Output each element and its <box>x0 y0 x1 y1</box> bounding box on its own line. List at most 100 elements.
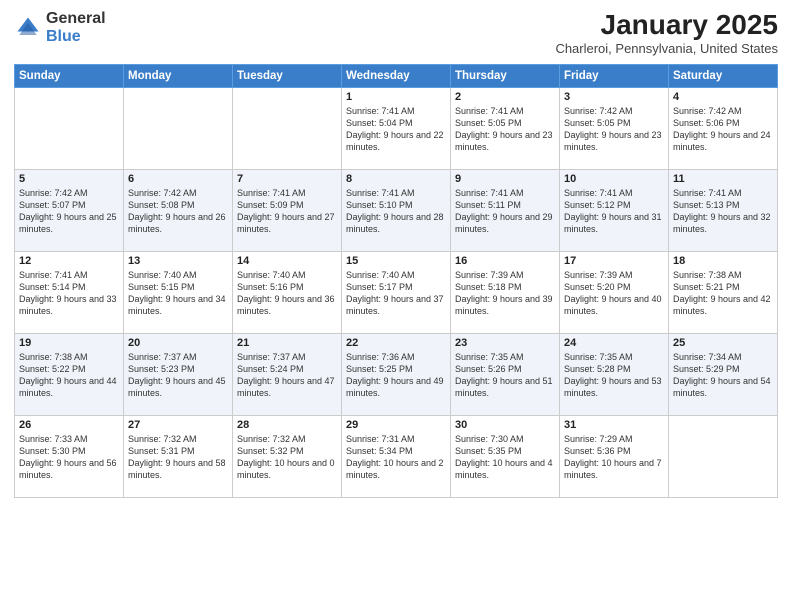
day-detail: Sunrise: 7:32 AM Sunset: 5:31 PM Dayligh… <box>128 433 228 482</box>
location: Charleroi, Pennsylvania, United States <box>555 41 778 56</box>
calendar-cell: 28 Sunrise: 7:32 AM Sunset: 5:32 PM Dayli… <box>233 415 342 497</box>
day-detail: Sunrise: 7:36 AM Sunset: 5:25 PM Dayligh… <box>346 351 446 400</box>
day-detail: Sunrise: 7:38 AM Sunset: 5:22 PM Dayligh… <box>19 351 119 400</box>
header: General Blue January 2025 Charleroi, Pen… <box>14 10 778 56</box>
calendar-cell: 13 Sunrise: 7:40 AM Sunset: 5:15 PM Dayli… <box>124 251 233 333</box>
day-detail: Sunrise: 7:38 AM Sunset: 5:21 PM Dayligh… <box>673 269 773 318</box>
calendar-cell: 17Sunrise: 7:39 AM Sunset: 5:20 PM Dayli… <box>560 251 669 333</box>
calendar-cell: 30Sunrise: 7:30 AM Sunset: 5:35 PM Dayli… <box>451 415 560 497</box>
day-number: 18 <box>673 255 773 267</box>
calendar-cell: 21 Sunrise: 7:37 AM Sunset: 5:24 PM Dayli… <box>233 333 342 415</box>
calendar-cell: 14 Sunrise: 7:40 AM Sunset: 5:16 PM Dayli… <box>233 251 342 333</box>
day-detail: Sunrise: 7:31 AM Sunset: 5:34 PM Dayligh… <box>346 433 446 482</box>
day-detail: Sunrise: 7:40 AM Sunset: 5:16 PM Dayligh… <box>237 269 337 318</box>
day-number: 24 <box>564 337 664 349</box>
day-detail: Sunrise: 7:34 AM Sunset: 5:29 PM Dayligh… <box>673 351 773 400</box>
day-number: 14 <box>237 255 337 267</box>
calendar-cell: 8 Sunrise: 7:41 AM Sunset: 5:10 PM Daylig… <box>342 169 451 251</box>
day-detail: Sunrise: 7:39 AM Sunset: 5:20 PM Dayligh… <box>564 269 664 318</box>
day-detail: Sunrise: 7:41 AM Sunset: 5:05 PM Dayligh… <box>455 105 555 154</box>
day-number: 27 <box>128 419 228 431</box>
weekday-header-thursday: Thursday <box>451 64 560 87</box>
weekday-header-saturday: Saturday <box>669 64 778 87</box>
day-number: 28 <box>237 419 337 431</box>
day-number: 12 <box>19 255 119 267</box>
day-detail: Sunrise: 7:41 AM Sunset: 5:10 PM Dayligh… <box>346 187 446 236</box>
day-number: 9 <box>455 173 555 185</box>
day-number: 11 <box>673 173 773 185</box>
day-number: 3 <box>564 91 664 103</box>
calendar-cell: 5Sunrise: 7:42 AM Sunset: 5:07 PM Daylig… <box>15 169 124 251</box>
day-number: 7 <box>237 173 337 185</box>
calendar-week-row: 1 Sunrise: 7:41 AM Sunset: 5:04 PM Daylig… <box>15 87 778 169</box>
calendar-cell: 31 Sunrise: 7:29 AM Sunset: 5:36 PM Dayli… <box>560 415 669 497</box>
calendar-cell: 19Sunrise: 7:38 AM Sunset: 5:22 PM Dayli… <box>15 333 124 415</box>
calendar-cell: 7 Sunrise: 7:41 AM Sunset: 5:09 PM Daylig… <box>233 169 342 251</box>
calendar-cell: 24 Sunrise: 7:35 AM Sunset: 5:28 PM Dayli… <box>560 333 669 415</box>
day-number: 26 <box>19 419 119 431</box>
weekday-header-sunday: Sunday <box>15 64 124 87</box>
weekday-header-tuesday: Tuesday <box>233 64 342 87</box>
logo: General Blue <box>14 10 106 45</box>
calendar-cell: 15 Sunrise: 7:40 AM Sunset: 5:17 PM Dayli… <box>342 251 451 333</box>
day-detail: Sunrise: 7:42 AM Sunset: 5:08 PM Dayligh… <box>128 187 228 236</box>
calendar-cell <box>233 87 342 169</box>
logo-blue-text: Blue <box>46 28 106 46</box>
calendar-cell: 25 Sunrise: 7:34 AM Sunset: 5:29 PM Dayli… <box>669 333 778 415</box>
day-detail: Sunrise: 7:41 AM Sunset: 5:11 PM Dayligh… <box>455 187 555 236</box>
calendar-week-row: 12 Sunrise: 7:41 AM Sunset: 5:14 PM Dayli… <box>15 251 778 333</box>
day-detail: Sunrise: 7:35 AM Sunset: 5:26 PM Dayligh… <box>455 351 555 400</box>
calendar-cell: 3Sunrise: 7:42 AM Sunset: 5:05 PM Daylig… <box>560 87 669 169</box>
day-number: 2 <box>455 91 555 103</box>
day-number: 30 <box>455 419 555 431</box>
calendar-cell: 9 Sunrise: 7:41 AM Sunset: 5:11 PM Daylig… <box>451 169 560 251</box>
day-number: 22 <box>346 337 446 349</box>
weekday-header-friday: Friday <box>560 64 669 87</box>
calendar-cell: 27 Sunrise: 7:32 AM Sunset: 5:31 PM Dayli… <box>124 415 233 497</box>
day-detail: Sunrise: 7:37 AM Sunset: 5:23 PM Dayligh… <box>128 351 228 400</box>
day-detail: Sunrise: 7:37 AM Sunset: 5:24 PM Dayligh… <box>237 351 337 400</box>
calendar-cell: 29Sunrise: 7:31 AM Sunset: 5:34 PM Dayli… <box>342 415 451 497</box>
calendar-cell <box>669 415 778 497</box>
calendar-cell: 18 Sunrise: 7:38 AM Sunset: 5:21 PM Dayli… <box>669 251 778 333</box>
day-detail: Sunrise: 7:41 AM Sunset: 5:14 PM Dayligh… <box>19 269 119 318</box>
calendar-cell: 10 Sunrise: 7:41 AM Sunset: 5:12 PM Dayli… <box>560 169 669 251</box>
day-detail: Sunrise: 7:40 AM Sunset: 5:17 PM Dayligh… <box>346 269 446 318</box>
day-number: 15 <box>346 255 446 267</box>
calendar-cell: 20 Sunrise: 7:37 AM Sunset: 5:23 PM Dayli… <box>124 333 233 415</box>
calendar-cell: 11Sunrise: 7:41 AM Sunset: 5:13 PM Dayli… <box>669 169 778 251</box>
day-detail: Sunrise: 7:41 AM Sunset: 5:12 PM Dayligh… <box>564 187 664 236</box>
day-number: 1 <box>346 91 446 103</box>
day-detail: Sunrise: 7:41 AM Sunset: 5:09 PM Dayligh… <box>237 187 337 236</box>
calendar-cell <box>124 87 233 169</box>
day-number: 10 <box>564 173 664 185</box>
calendar-cell: 1 Sunrise: 7:41 AM Sunset: 5:04 PM Daylig… <box>342 87 451 169</box>
calendar-cell: 6 Sunrise: 7:42 AM Sunset: 5:08 PM Daylig… <box>124 169 233 251</box>
day-detail: Sunrise: 7:42 AM Sunset: 5:07 PM Dayligh… <box>19 187 119 236</box>
day-number: 13 <box>128 255 228 267</box>
day-detail: Sunrise: 7:32 AM Sunset: 5:32 PM Dayligh… <box>237 433 337 482</box>
weekday-header-wednesday: Wednesday <box>342 64 451 87</box>
day-number: 25 <box>673 337 773 349</box>
day-detail: Sunrise: 7:33 AM Sunset: 5:30 PM Dayligh… <box>19 433 119 482</box>
calendar-week-row: 5Sunrise: 7:42 AM Sunset: 5:07 PM Daylig… <box>15 169 778 251</box>
calendar-cell: 12 Sunrise: 7:41 AM Sunset: 5:14 PM Dayli… <box>15 251 124 333</box>
day-detail: Sunrise: 7:40 AM Sunset: 5:15 PM Dayligh… <box>128 269 228 318</box>
day-number: 4 <box>673 91 773 103</box>
day-number: 23 <box>455 337 555 349</box>
day-detail: Sunrise: 7:29 AM Sunset: 5:36 PM Dayligh… <box>564 433 664 482</box>
day-number: 6 <box>128 173 228 185</box>
month-title: January 2025 <box>555 10 778 41</box>
calendar-cell: 23 Sunrise: 7:35 AM Sunset: 5:26 PM Dayli… <box>451 333 560 415</box>
day-number: 8 <box>346 173 446 185</box>
calendar-cell: 22 Sunrise: 7:36 AM Sunset: 5:25 PM Dayli… <box>342 333 451 415</box>
logo-general-text: General <box>46 10 106 28</box>
day-number: 31 <box>564 419 664 431</box>
day-number: 20 <box>128 337 228 349</box>
day-detail: Sunrise: 7:41 AM Sunset: 5:04 PM Dayligh… <box>346 105 446 154</box>
calendar-table: SundayMondayTuesdayWednesdayThursdayFrid… <box>14 64 778 498</box>
day-number: 16 <box>455 255 555 267</box>
day-detail: Sunrise: 7:35 AM Sunset: 5:28 PM Dayligh… <box>564 351 664 400</box>
day-detail: Sunrise: 7:39 AM Sunset: 5:18 PM Dayligh… <box>455 269 555 318</box>
day-number: 21 <box>237 337 337 349</box>
